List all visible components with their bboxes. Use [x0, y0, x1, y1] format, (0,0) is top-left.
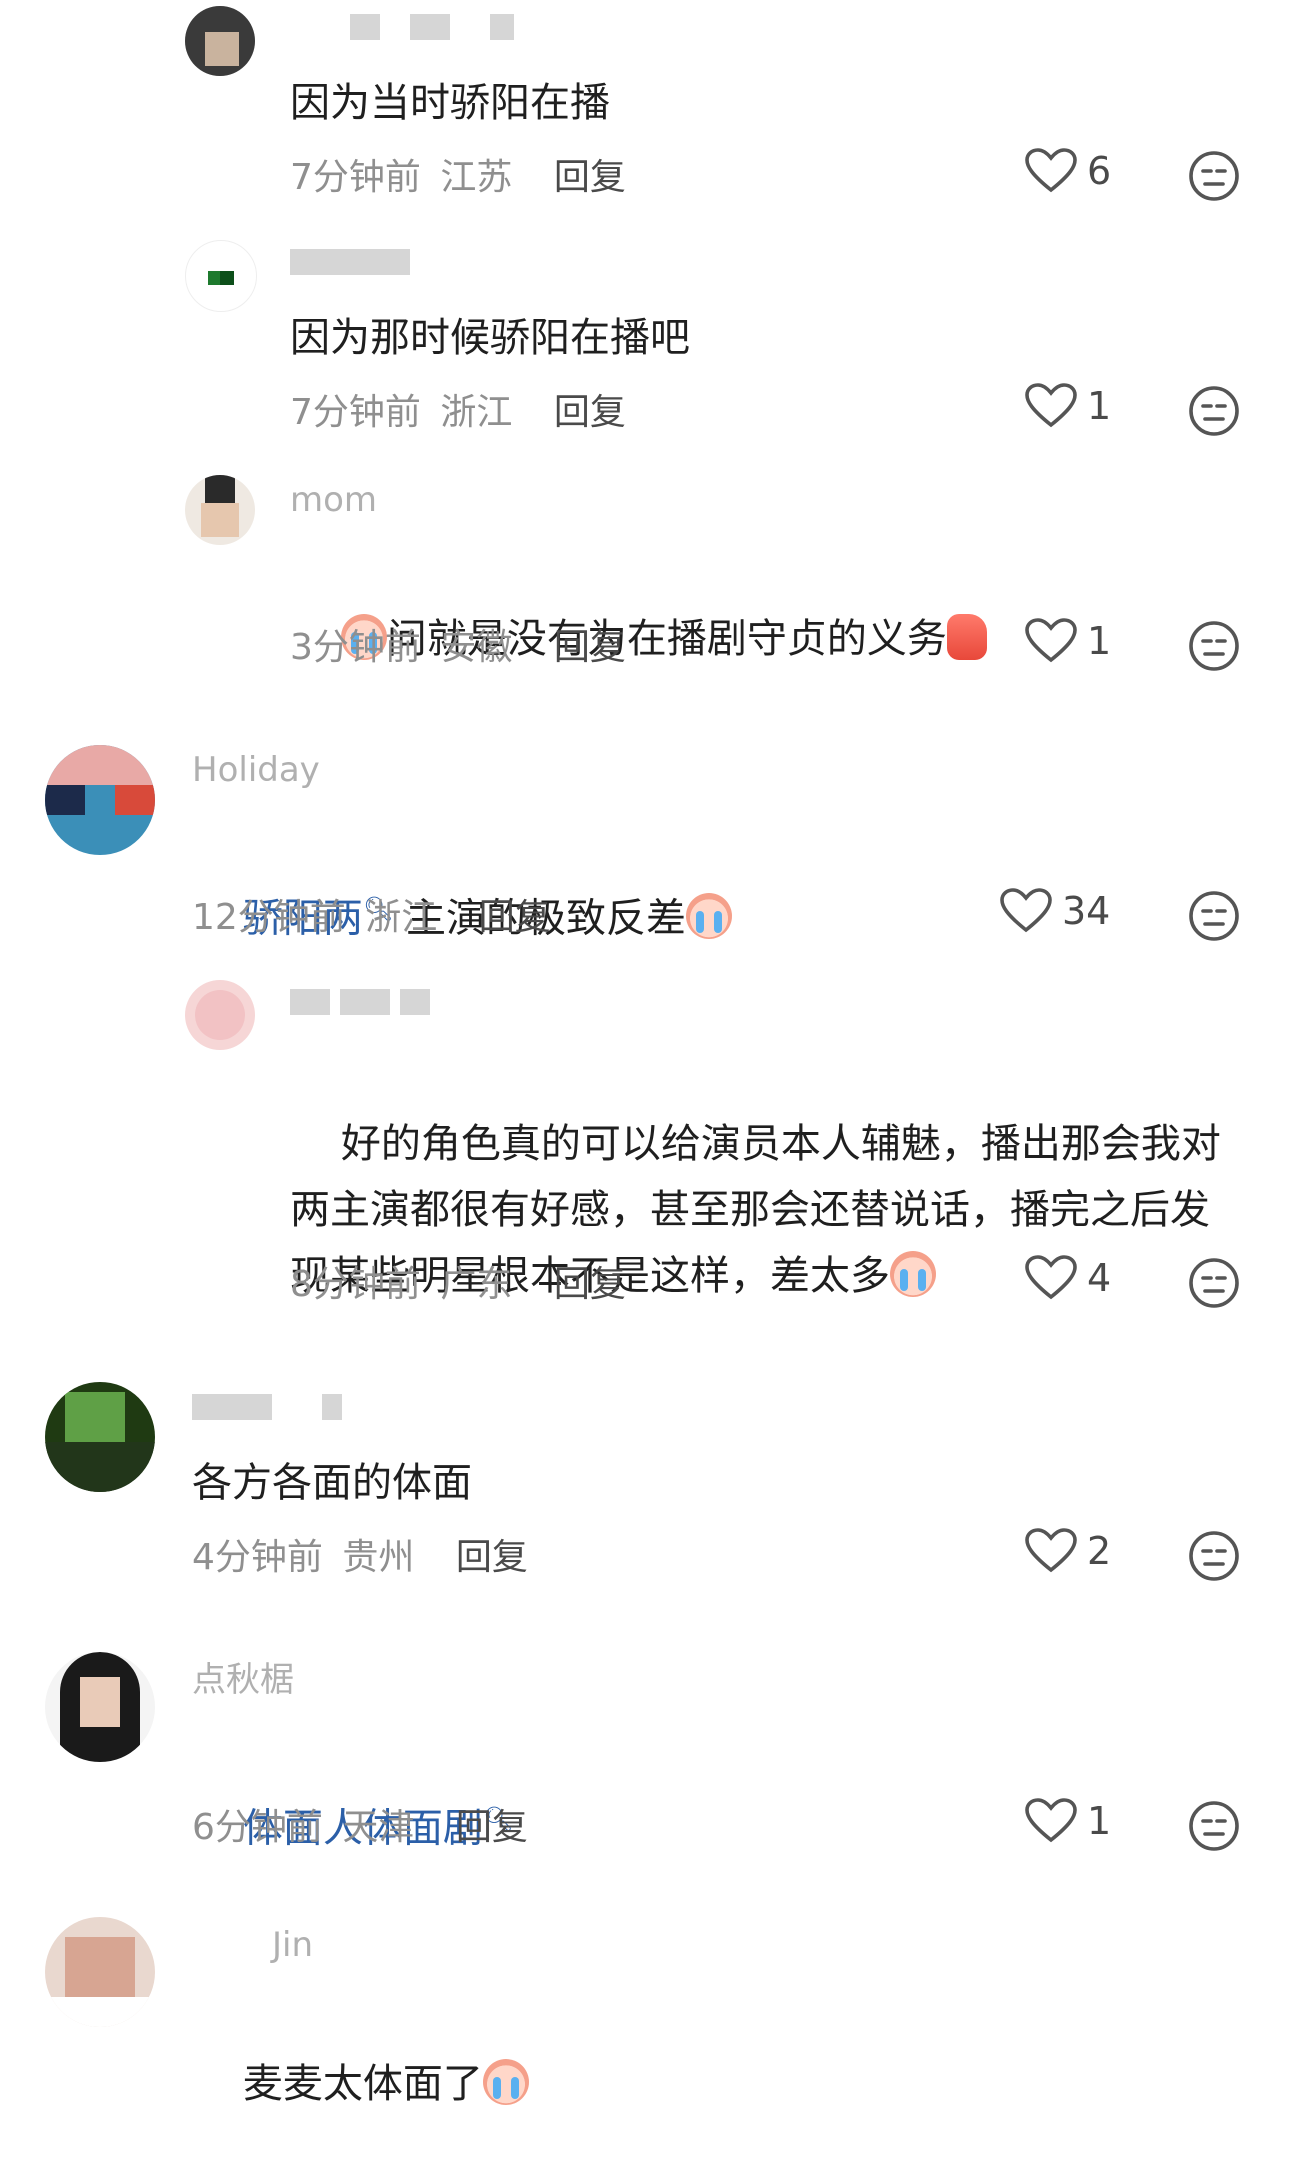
like-count: 1	[1087, 619, 1112, 663]
username[interactable]: 点秋椐	[192, 1660, 492, 1700]
like-count: 1	[1087, 384, 1112, 428]
reply-button[interactable]: 回复	[479, 897, 551, 938]
avatar[interactable]	[45, 1652, 155, 1762]
avatar[interactable]	[185, 475, 255, 545]
username[interactable]	[290, 10, 530, 50]
thumbs-up-emoji-icon	[946, 614, 987, 660]
reply-button[interactable]: 回复	[554, 157, 626, 198]
reply-button[interactable]: 回复	[456, 1537, 528, 1578]
heart-icon	[1025, 1528, 1077, 1573]
comment-meta: 7分钟前 浙江 回复	[290, 383, 626, 435]
comment-time: 12分钟前	[192, 897, 346, 938]
comment-location: 浙江	[365, 897, 438, 938]
comment-text: 好的角色真的可以给演员本人辅魅，播出那会我对两主演都很有好感，甚至那会还替说话，…	[290, 1045, 1230, 1375]
comment-location: 浙江	[440, 392, 513, 433]
avatar[interactable]	[185, 240, 257, 312]
crying-emoji-icon	[686, 893, 733, 940]
avatar[interactable]	[185, 6, 255, 76]
comment-text: 因为那时候骄阳在播吧	[290, 315, 690, 361]
reply-button[interactable]: 回复	[554, 627, 626, 668]
like-button[interactable]: 6	[1025, 148, 1111, 194]
comment-location: 安徽	[440, 627, 513, 668]
username[interactable]	[290, 985, 530, 1025]
comment-location: 江苏	[440, 157, 513, 198]
like-button[interactable]: 4	[1025, 1255, 1111, 1301]
username[interactable]: Holiday	[192, 750, 492, 790]
heart-icon	[1025, 1255, 1077, 1300]
heart-icon	[1025, 383, 1077, 428]
like-button[interactable]: 1	[1025, 618, 1111, 664]
dislike-icon[interactable]	[1188, 385, 1240, 437]
comment-text: 各方各面的体面	[192, 1460, 472, 1506]
dislike-icon[interactable]	[1188, 150, 1240, 202]
dislike-icon[interactable]	[1188, 1257, 1240, 1309]
comment-location: 天津	[342, 1807, 415, 1848]
like-count: 4	[1087, 1256, 1112, 1300]
heart-icon	[1025, 618, 1077, 663]
like-count: 1	[1087, 1799, 1112, 1843]
comment-meta: 7分钟前 江苏 回复	[290, 148, 626, 200]
comment-time: 7分钟前	[290, 157, 421, 198]
comment-time: 4分钟前	[192, 1537, 323, 1578]
username[interactable]	[290, 245, 530, 285]
username[interactable]: mom	[290, 480, 530, 520]
comment-meta: 12分钟前 浙江 回复	[192, 888, 551, 940]
reply-button[interactable]: 回复	[554, 392, 626, 433]
dislike-icon[interactable]	[1188, 1530, 1240, 1582]
crying-emoji-icon	[482, 2059, 529, 2105]
comment-meta: 4分钟前 贵州 回复	[192, 1528, 528, 1580]
reply-button[interactable]: 回复	[554, 1264, 626, 1305]
comment-text: 麦麦太体面了	[192, 1985, 1142, 2183]
like-button[interactable]: 1	[1025, 383, 1111, 429]
dislike-icon[interactable]	[1188, 620, 1240, 672]
comment-text: 因为当时骄阳在播	[290, 80, 610, 126]
comment-meta: 6分钟前 天津 回复	[192, 1798, 528, 1850]
username[interactable]	[192, 1390, 492, 1430]
like-count: 6	[1087, 149, 1112, 193]
dislike-icon[interactable]	[1188, 1800, 1240, 1852]
like-count: 34	[1062, 889, 1111, 933]
avatar[interactable]	[45, 1917, 155, 2027]
comment-time: 7分钟前	[290, 392, 421, 433]
heart-icon	[1025, 148, 1077, 193]
comment-location: 贵州	[342, 1537, 415, 1578]
like-button[interactable]: 1	[1025, 1798, 1111, 1844]
comment-meta: 3分钟前 安徽 回复	[290, 618, 626, 670]
avatar[interactable]	[185, 980, 255, 1050]
comment-time: 6分钟前	[192, 1807, 323, 1848]
crying-emoji-icon	[890, 1251, 936, 1297]
reply-button[interactable]: 回复	[456, 1807, 528, 1848]
comment-time: 8分钟前	[290, 1264, 421, 1305]
comment-meta: 8分钟前 广东 回复	[290, 1255, 626, 1307]
like-button[interactable]: 2	[1025, 1528, 1111, 1574]
dislike-icon[interactable]	[1188, 890, 1240, 942]
heart-icon	[1025, 1798, 1077, 1843]
comment-location: 广东	[440, 1264, 513, 1305]
comment-text-content: 麦麦太体面了	[242, 2061, 483, 2107]
heart-icon	[1000, 888, 1052, 933]
like-button[interactable]: 34	[1000, 888, 1110, 934]
comment-time: 3分钟前	[290, 627, 421, 668]
like-count: 2	[1087, 1529, 1112, 1573]
avatar[interactable]	[45, 1382, 155, 1492]
username[interactable]: Jin	[192, 1925, 492, 1965]
avatar[interactable]	[45, 745, 155, 855]
